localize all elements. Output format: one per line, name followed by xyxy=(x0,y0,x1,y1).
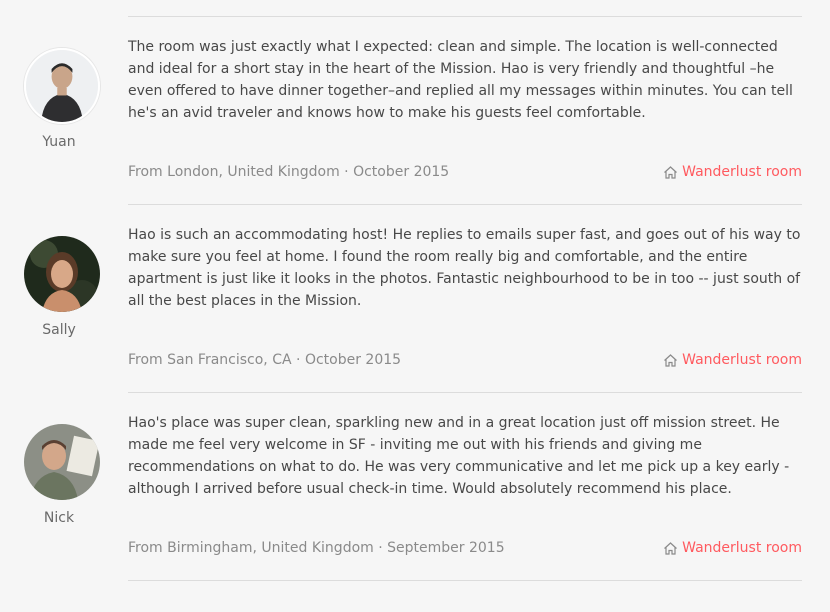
avatar[interactable] xyxy=(24,236,100,312)
divider xyxy=(128,204,802,205)
reviewer-name: Nick xyxy=(43,510,75,526)
review-item: Yuan The room was just exactly what I ex… xyxy=(0,39,830,236)
review-text: The room was just exactly what I expecte… xyxy=(128,39,793,121)
divider xyxy=(128,392,802,393)
review-location: From London, United Kingdom xyxy=(128,164,340,180)
review-date: October 2015 xyxy=(353,164,450,180)
review-date: September 2015 xyxy=(387,540,505,556)
review-text: Hao's place was super clean, sparkling n… xyxy=(128,415,790,497)
listing-name[interactable]: Wanderlust room xyxy=(682,540,802,556)
reviewer-name: Yuan xyxy=(42,134,76,150)
divider xyxy=(128,580,802,581)
home-icon xyxy=(663,541,678,556)
review-text: Hao is such an accommodating host! He re… xyxy=(128,227,801,309)
listing-link[interactable]: Wanderlust room xyxy=(663,540,802,556)
listing-name[interactable]: Wanderlust room xyxy=(682,352,802,368)
review-item: Sally Hao is such an accommodating host!… xyxy=(0,227,830,424)
home-icon xyxy=(663,165,678,180)
divider xyxy=(128,16,802,17)
avatar[interactable] xyxy=(24,48,100,124)
review-meta: From Birmingham, United Kingdom · Septem… xyxy=(128,540,505,556)
review-date: October 2015 xyxy=(304,352,402,368)
reviewer-name: Sally xyxy=(42,322,76,338)
review-meta: From San Francisco, CA · October 2015 xyxy=(128,352,401,368)
listing-link[interactable]: Wanderlust room xyxy=(663,164,802,180)
review-location: From Birmingham, United Kingdom xyxy=(128,540,374,556)
meta-separator: · xyxy=(373,540,388,556)
listing-name[interactable]: Wanderlust room xyxy=(682,164,802,180)
review-meta: From London, United Kingdom · October 20… xyxy=(128,164,449,180)
review-item: Nick Hao's place was super clean, sparkl… xyxy=(0,415,830,612)
listing-link[interactable]: Wanderlust room xyxy=(663,352,802,368)
meta-separator: · xyxy=(339,164,354,180)
avatar[interactable] xyxy=(24,424,100,500)
review-location: From San Francisco, CA xyxy=(128,352,292,368)
meta-separator: · xyxy=(291,352,305,368)
home-icon xyxy=(663,353,678,368)
